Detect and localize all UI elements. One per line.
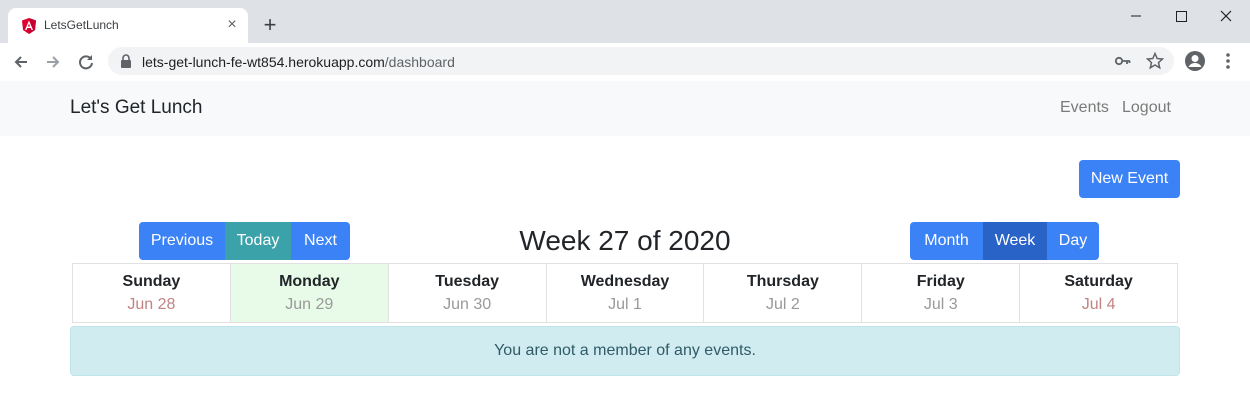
day-date: Jul 1 — [608, 296, 642, 313]
minimize-icon[interactable] — [1113, 4, 1159, 28]
day-column-monday[interactable]: Monday Jun 29 — [230, 264, 389, 322]
view-switch-group: Month Week Day — [910, 222, 1099, 260]
nav-link-logout[interactable]: Logout — [1122, 99, 1171, 117]
angular-favicon-icon — [22, 18, 36, 34]
brand-logo[interactable]: Let's Get Lunch — [70, 97, 203, 119]
day-date: Jul 4 — [1081, 296, 1116, 313]
month-view-button[interactable]: Month — [910, 222, 983, 260]
menu-icon[interactable] — [1218, 50, 1238, 72]
calendar-nav-group: Previous Today Next — [139, 222, 350, 260]
key-icon[interactable] — [1114, 52, 1132, 70]
day-column-friday[interactable]: Friday Jul 3 — [862, 264, 1021, 322]
window-close-icon[interactable] — [1204, 4, 1250, 28]
day-column-sunday[interactable]: Sunday Jun 28 — [73, 264, 231, 322]
info-alert: You are not a member of any events. — [70, 326, 1180, 376]
new-event-button[interactable]: New Event — [1079, 160, 1180, 198]
profile-icon[interactable] — [1184, 50, 1206, 72]
reload-icon[interactable] — [73, 49, 99, 75]
star-icon[interactable] — [1146, 52, 1164, 70]
calendar-title: Week 27 of 2020 — [519, 225, 731, 256]
url-path: /dashboard — [384, 54, 455, 70]
app-navbar: Let's Get Lunch Events Logout — [0, 81, 1250, 136]
day-view-button[interactable]: Day — [1047, 222, 1099, 260]
nav-link-events[interactable]: Events — [1060, 99, 1109, 117]
day-date: Jul 3 — [923, 296, 958, 313]
day-column-tuesday[interactable]: Tuesday Jun 30 — [389, 264, 547, 322]
browser-toolbar: lets-get-lunch-fe-wt854.herokuapp.com/da… — [0, 43, 1250, 80]
day-date: Jun 28 — [127, 296, 176, 313]
day-date: Jun 30 — [443, 296, 492, 313]
day-date: Jun 29 — [285, 296, 334, 313]
today-button[interactable]: Today — [225, 222, 291, 260]
close-icon[interactable]: × — [224, 17, 240, 33]
tab-title: LetsGetLunch — [44, 18, 119, 32]
lock-icon — [121, 54, 131, 68]
url-text: lets-get-lunch-fe-wt854.herokuapp.com/da… — [142, 54, 455, 70]
day-name: Friday — [916, 273, 965, 290]
day-name: Monday — [279, 273, 340, 290]
maximize-icon[interactable] — [1159, 4, 1205, 28]
previous-button[interactable]: Previous — [139, 222, 225, 260]
day-column-saturday[interactable]: Saturday Jul 4 — [1020, 264, 1177, 322]
day-name: Thursday — [746, 273, 819, 290]
day-column-thursday[interactable]: Thursday Jul 2 — [704, 264, 863, 322]
plus-icon[interactable]: + — [258, 13, 282, 37]
day-name: Saturday — [1064, 273, 1133, 290]
back-icon[interactable] — [8, 49, 34, 75]
day-name: Wednesday — [580, 273, 670, 290]
url-host: lets-get-lunch-fe-wt854.herokuapp.com — [142, 54, 385, 70]
browser-tab[interactable]: LetsGetLunch × — [8, 8, 248, 43]
address-bar[interactable]: lets-get-lunch-fe-wt854.herokuapp.com/da… — [108, 47, 1174, 75]
tab-strip: LetsGetLunch × + — [0, 0, 1250, 43]
browser-chrome: LetsGetLunch × + lets-get-lunch-fe-wt854… — [0, 0, 1250, 80]
forward-icon[interactable] — [40, 49, 66, 75]
day-date: Jul 2 — [765, 296, 800, 313]
day-name: Sunday — [122, 273, 181, 290]
week-view-button[interactable]: Week — [983, 222, 1047, 260]
week-header: Sunday Jun 28 Monday Jun 29 Tuesday Jun … — [72, 263, 1178, 323]
day-column-wednesday[interactable]: Wednesday Jul 1 — [547, 264, 705, 322]
next-button[interactable]: Next — [291, 222, 350, 260]
day-name: Tuesday — [435, 273, 500, 290]
